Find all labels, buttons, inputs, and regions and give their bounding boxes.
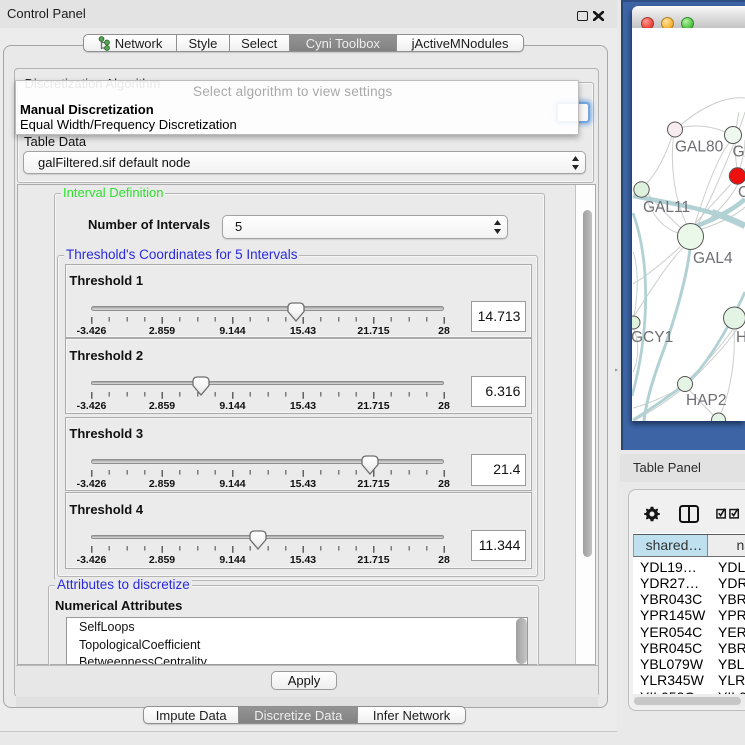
svg-text:HAP2: HAP2 xyxy=(686,392,727,409)
svg-text:H: H xyxy=(736,329,745,346)
svg-text:C: C xyxy=(738,184,745,201)
svg-text:GA: GA xyxy=(733,144,745,161)
svg-text:GAL4: GAL4 xyxy=(693,250,733,267)
svg-text:GAL80: GAL80 xyxy=(675,139,724,156)
svg-text:GAL11: GAL11 xyxy=(643,199,690,216)
svg-text:GCY1: GCY1 xyxy=(632,329,673,346)
